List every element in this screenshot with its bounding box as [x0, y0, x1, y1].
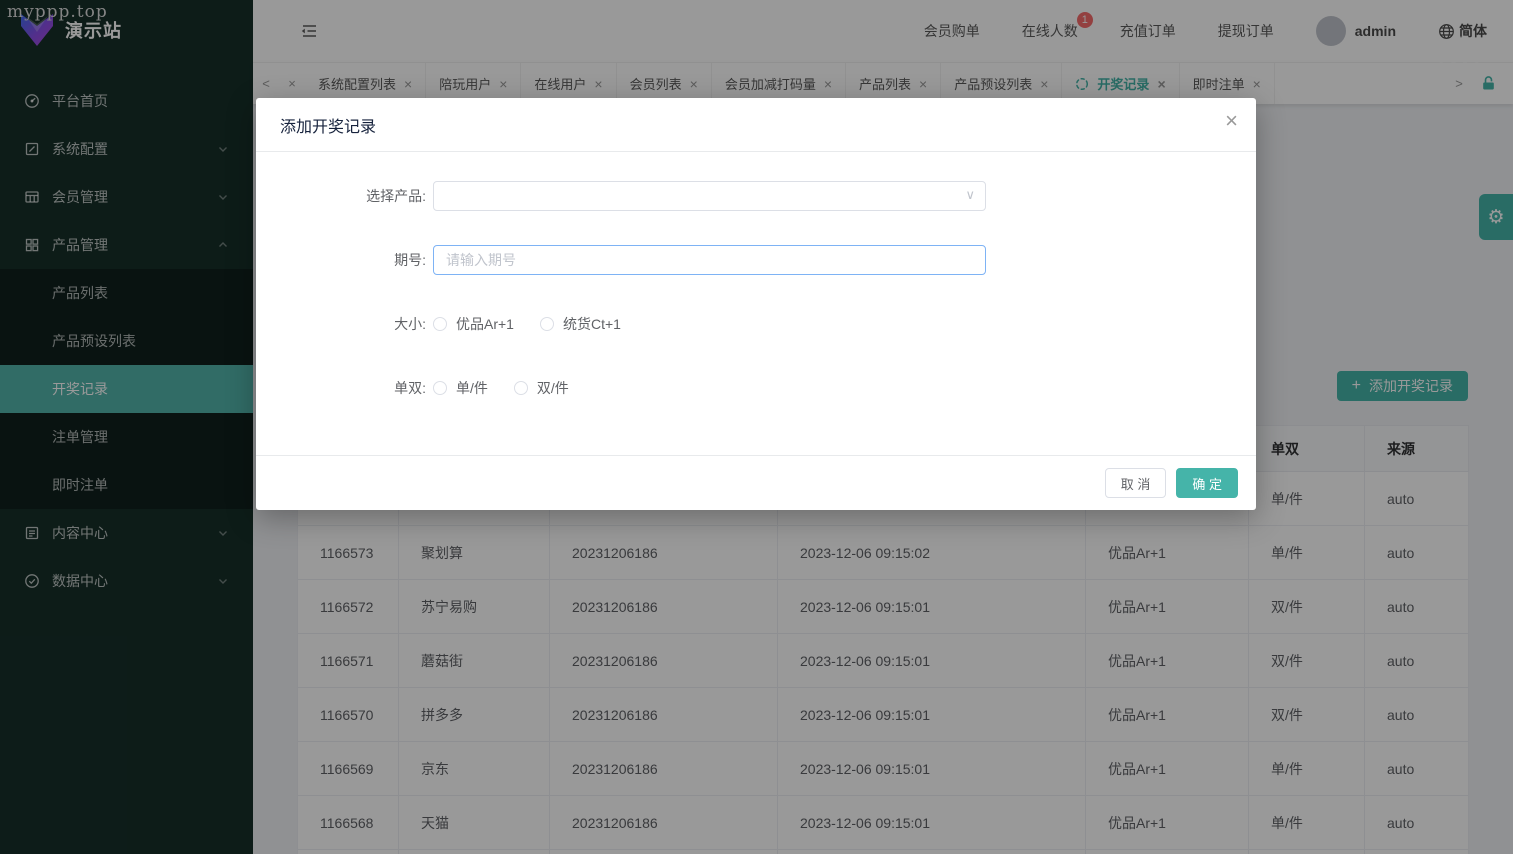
product-field-row: 选择产品: ∨	[256, 181, 1256, 211]
parity-label: 单双:	[394, 380, 426, 396]
chevron-down-icon: ∨	[965, 187, 975, 202]
modal-footer: 取 消 确 定	[256, 455, 1256, 510]
issue-label: 期号:	[394, 252, 426, 268]
parity-field-row: 单双: 单/件 双/件	[256, 373, 1256, 403]
add-record-modal: 添加开奖记录 × 选择产品: ∨ 期号: 大小: 优品Ar+1	[256, 98, 1256, 510]
modal-body: 选择产品: ∨ 期号: 大小: 优品Ar+1 统货Ct+1	[256, 152, 1256, 403]
radio-label: 优品Ar+1	[456, 316, 514, 332]
app-screen: 演示站 平台首页 系统配置 会员管理 产品管理 产品列表 产品预设列表 开奖记录…	[0, 0, 1513, 854]
radio-label: 双/件	[536, 380, 569, 396]
size-label: 大小:	[394, 316, 426, 332]
radio-unchecked-icon	[433, 317, 447, 331]
radio-label: 单/件	[456, 380, 488, 396]
size-option-premium[interactable]: 优品Ar+1	[433, 314, 514, 334]
size-option-standard[interactable]: 统货Ct+1	[539, 314, 621, 334]
radio-label: 统货Ct+1	[562, 316, 621, 332]
radio-unchecked-icon	[513, 381, 528, 395]
size-field-row: 大小: 优品Ar+1 统货Ct+1	[256, 309, 1256, 339]
radio-unchecked-icon	[539, 317, 554, 331]
issue-field-row: 期号:	[256, 245, 1256, 275]
modal-close-icon[interactable]: ×	[1225, 110, 1238, 132]
parity-option-even[interactable]: 双/件	[513, 378, 569, 398]
product-select[interactable]: ∨	[433, 181, 986, 211]
product-label: 选择产品:	[366, 188, 426, 204]
issue-input[interactable]	[433, 245, 986, 275]
confirm-button[interactable]: 确 定	[1176, 468, 1238, 498]
cancel-button[interactable]: 取 消	[1104, 468, 1167, 498]
modal-title: 添加开奖记录	[256, 98, 1256, 152]
radio-unchecked-icon	[433, 381, 447, 395]
parity-option-odd[interactable]: 单/件	[433, 378, 488, 398]
